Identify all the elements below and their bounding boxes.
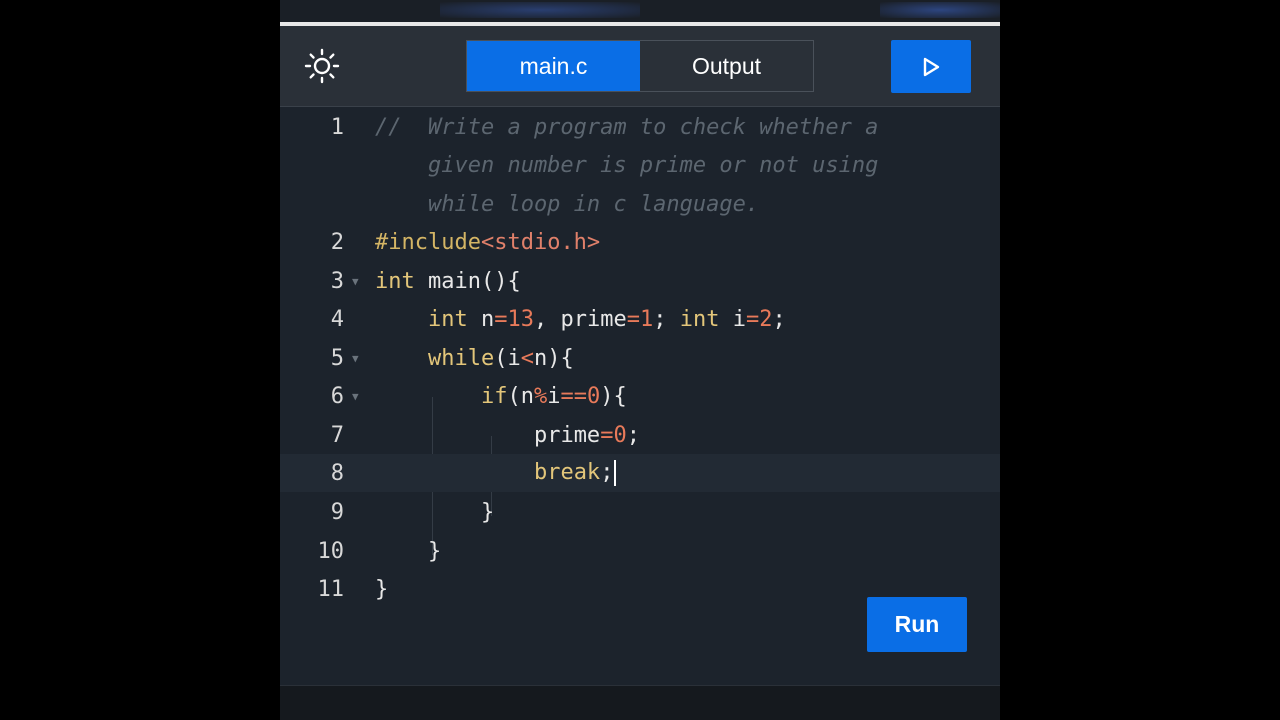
tab-output[interactable]: Output [640, 41, 813, 91]
code-text: } [375, 576, 389, 602]
code-editor-app: main.c Output 1 // Write a program to ch… [280, 0, 1000, 720]
fold-arrow-icon[interactable]: ▼ [352, 275, 359, 288]
code-text: } [427, 538, 442, 564]
play-icon [923, 57, 940, 76]
tab-main-c[interactable]: main.c [467, 41, 640, 91]
line-number: 8 [330, 460, 344, 486]
code-comment: while loop in c language. [375, 191, 760, 217]
code-text: prime=0; [533, 422, 640, 448]
file-tabs: main.c Output [466, 40, 814, 92]
code-text: while(i<n){ [427, 345, 574, 371]
code-line: 3 ▼ int main(){ [280, 262, 1000, 300]
line-number: 9 [330, 499, 344, 525]
line-number: 6 [330, 383, 344, 409]
sun-icon[interactable] [304, 48, 340, 84]
code-text: #include<stdio.h> [375, 229, 601, 255]
line-number: 3 [330, 268, 344, 294]
line-number: 2 [330, 229, 344, 255]
line-number: 7 [330, 422, 344, 448]
line-number: 1 [330, 114, 344, 140]
code-comment: given number is prime or not using [375, 152, 879, 178]
code-line: 6 ▼ if(n%i==0){ [280, 377, 1000, 415]
code-line: 9 } [280, 493, 1000, 531]
text-cursor [614, 460, 617, 486]
fold-arrow-icon[interactable]: ▼ [352, 352, 359, 365]
code-line: 10 } [280, 532, 1000, 570]
line-number: 4 [330, 306, 344, 332]
top-glow-right [880, 2, 1000, 18]
code-line-wrap: while loop in c language. [280, 185, 1000, 223]
code-line: 7 prime=0; [280, 416, 1000, 454]
code-line: 4 int n=13, prime=1; int i=2; [280, 300, 1000, 338]
code-text: break; [375, 460, 617, 486]
code-text: if(n%i==0){ [480, 383, 627, 409]
line-number: 10 [317, 538, 345, 564]
top-glow [440, 2, 640, 18]
code-line-active: 8 break; [280, 454, 1000, 492]
code-comment: // Write a program to check whether a [375, 114, 879, 140]
code-text: int main(){ [375, 268, 521, 294]
run-icon-button[interactable] [891, 40, 971, 93]
code-text: } [480, 499, 495, 525]
code-line-wrap: given number is prime or not using [280, 146, 1000, 184]
line-number: 11 [317, 576, 345, 602]
bottom-bar [280, 685, 1000, 720]
line-number: 5 [330, 345, 344, 371]
code-line: 2 #include<stdio.h> [280, 223, 1000, 261]
top-strip [280, 0, 1000, 22]
code-text: int n=13, prime=1; int i=2; [427, 306, 786, 332]
fold-arrow-icon[interactable]: ▼ [352, 390, 359, 403]
code-line: 5 ▼ while(i<n){ [280, 339, 1000, 377]
editor-header: main.c Output [280, 26, 1000, 107]
code-line: 1 // Write a program to check whether a [280, 108, 1000, 146]
run-button[interactable]: Run [867, 597, 967, 652]
